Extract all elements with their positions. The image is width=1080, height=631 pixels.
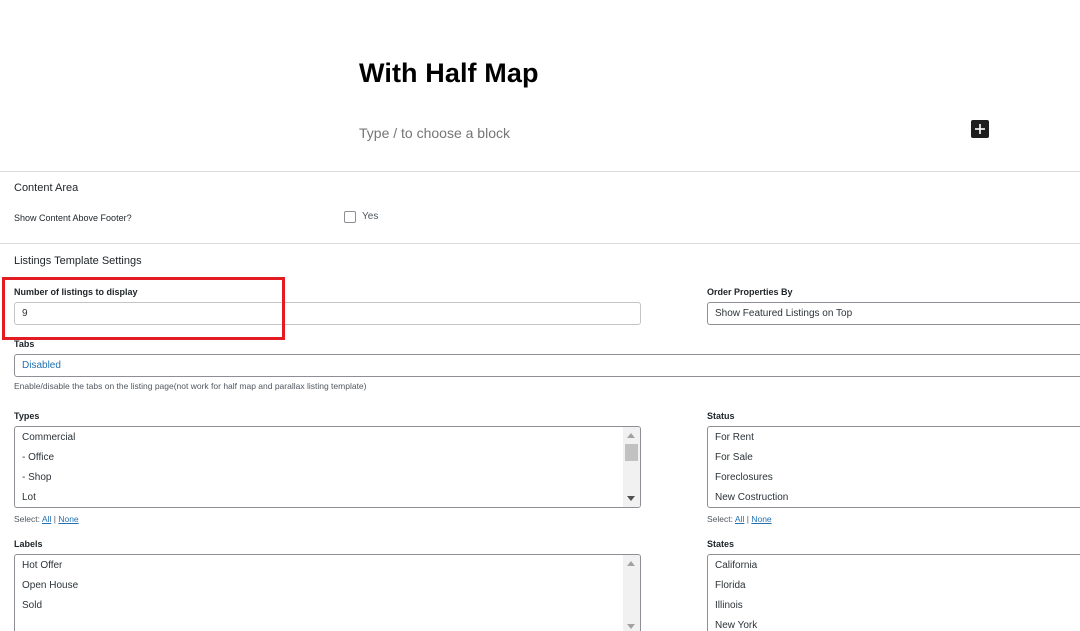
show-content-label: Show Content Above Footer? [14,213,132,223]
order-properties-select[interactable]: Show Featured Listings on Top [707,302,1080,325]
scrollbar[interactable] [623,555,640,631]
show-content-checkbox[interactable] [344,211,356,223]
list-item[interactable]: - Shop [22,472,51,483]
show-content-checkbox-label[interactable]: Yes [362,211,378,222]
status-label: Status [707,411,735,421]
scrollbar-thumb[interactable] [625,444,638,461]
separator: | [746,514,749,524]
status-select-none-link[interactable]: None [751,514,771,524]
select-prefix: Select: [707,514,733,524]
types-select-all-link[interactable]: All [42,514,51,524]
states-label: States [707,539,735,549]
select-prefix: Select: [14,514,40,524]
labels-listbox[interactable]: Hot Offer Open House Sold [14,554,641,631]
listings-settings-heading: Listings Template Settings [14,255,142,267]
list-item[interactable]: Open House [22,580,78,591]
divider [0,171,1080,172]
add-block-button[interactable] [971,120,989,138]
list-item[interactable]: Commercial [22,432,75,443]
list-item[interactable]: Sold [22,600,42,611]
list-item[interactable]: California [715,560,757,571]
types-listbox[interactable]: Commercial - Office - Shop Lot [14,426,641,508]
status-listbox[interactable]: For Rent For Sale Foreclosures New Costr… [707,426,1080,508]
tabs-select[interactable]: Disabled [14,354,1080,377]
order-properties-label: Order Properties By [707,287,793,297]
scroll-down-arrow-icon[interactable] [627,496,635,501]
page-title[interactable]: With Half Map [359,58,539,89]
scrollbar[interactable] [623,427,640,507]
list-item[interactable]: Foreclosures [715,472,773,483]
states-listbox[interactable]: California Florida Illinois New York [707,554,1080,631]
list-item[interactable]: New York [715,620,757,631]
status-select-all-link[interactable]: All [735,514,744,524]
list-item[interactable]: Florida [715,580,746,591]
types-select-none-link[interactable]: None [58,514,78,524]
types-select-links: Select: All | None [14,514,79,524]
list-item[interactable]: New Costruction [715,492,788,503]
tabs-hint: Enable/disable the tabs on the listing p… [14,381,367,391]
status-select-links: Select: All | None [707,514,772,524]
scroll-down-arrow-icon[interactable] [627,624,635,629]
list-item[interactable]: Hot Offer [22,560,62,571]
types-label: Types [14,411,40,421]
block-placeholder[interactable]: Type / to choose a block [359,125,510,141]
content-area-heading: Content Area [14,182,79,194]
labels-label: Labels [14,539,43,549]
list-item[interactable]: For Sale [715,452,753,463]
list-item[interactable]: - Office [22,452,54,463]
plus-icon [975,124,985,134]
list-item[interactable]: Illinois [715,600,743,611]
number-of-listings-label: Number of listings to display [14,287,138,297]
scroll-up-arrow-icon[interactable] [627,433,635,438]
list-item[interactable]: For Rent [715,432,754,443]
divider [0,243,1080,244]
separator: | [53,514,56,524]
number-of-listings-input[interactable]: 9 [14,302,641,325]
scroll-up-arrow-icon[interactable] [627,561,635,566]
tabs-label: Tabs [14,339,35,349]
list-item[interactable]: Lot [22,492,36,503]
